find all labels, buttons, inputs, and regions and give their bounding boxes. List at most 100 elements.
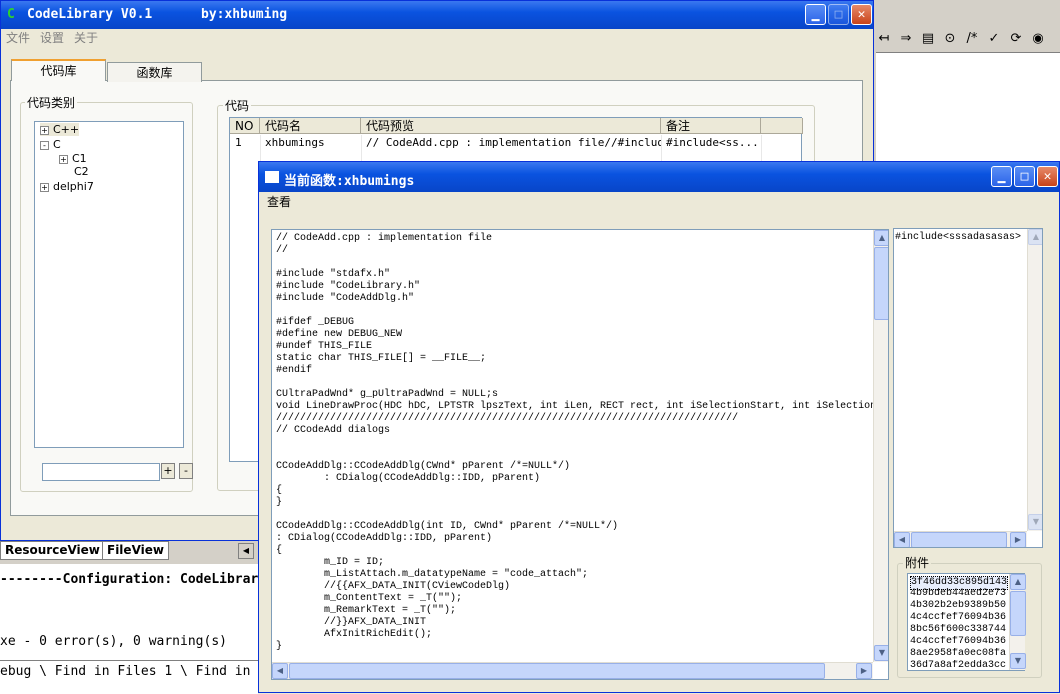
code-line: #include "stdafx.h" bbox=[276, 269, 391, 280]
ide-output-pane: --------Configuration: CodeLibrary xe - … bbox=[0, 564, 267, 664]
scroll-up-icon[interactable]: ▲ bbox=[1010, 574, 1026, 590]
expand-icon[interactable]: + bbox=[40, 182, 49, 192]
close-button[interactable]: ✕ bbox=[851, 4, 872, 25]
menu-view[interactable]: 查看 bbox=[259, 192, 296, 212]
attachments-scrollbar[interactable]: ▲ ▼ bbox=[1009, 574, 1026, 670]
app-icon: C bbox=[7, 7, 15, 22]
tab-resourceview[interactable]: ResourceView bbox=[0, 541, 105, 560]
code-line: } bbox=[276, 641, 283, 652]
code-line: m_ContentText = _T(""); bbox=[276, 593, 463, 604]
paste-icon[interactable]: ▤ bbox=[920, 31, 936, 46]
code-group-label: 代码 bbox=[223, 97, 252, 114]
cell-remark: #include<ss... bbox=[666, 136, 759, 149]
codelibrary-titlebar[interactable]: C CodeLibrary V0.1 by:xhbuming ▁ □ ✕ bbox=[1, 1, 873, 29]
refresh-icon[interactable]: ⟳ bbox=[1008, 31, 1024, 46]
column-header-preview[interactable]: 代码预览 bbox=[361, 118, 661, 134]
column-header-name[interactable]: 代码名 bbox=[260, 118, 361, 134]
category-tree[interactable]: + C++ -C + C1 C2 + delphi7 bbox=[34, 121, 184, 448]
scroll-up-icon[interactable]: ▲ bbox=[874, 230, 888, 246]
cell-preview: // CodeAdd.cpp : implementation file//#i… bbox=[366, 136, 661, 149]
attachment-item[interactable]: 8ae2958fa0ec08fa bbox=[910, 648, 1006, 660]
attachment-item[interactable]: 4b9bdeb44aed2e73 bbox=[910, 588, 1006, 600]
menu-settings[interactable]: 设置 bbox=[35, 29, 69, 47]
close-icon: ✕ bbox=[1043, 169, 1052, 184]
code-vertical-scrollbar[interactable]: ▲ ▼ bbox=[873, 230, 888, 662]
code-line: // CodeAdd.cpp : implementation file bbox=[276, 233, 493, 244]
scroll-thumb[interactable] bbox=[874, 247, 888, 320]
minimize-icon: ▁ bbox=[811, 7, 820, 22]
code-line: #ifdef _DEBUG bbox=[276, 317, 355, 328]
code-line: // bbox=[276, 245, 289, 256]
expand-icon[interactable]: + bbox=[59, 154, 68, 164]
code-line: #include "CodeLibrary.h" bbox=[276, 281, 421, 292]
minimize-button[interactable]: ▁ bbox=[805, 4, 826, 25]
tree-item-delphi7[interactable]: + delphi7 bbox=[40, 180, 94, 193]
scroll-down-icon[interactable]: ▼ bbox=[1010, 653, 1026, 669]
tree-item-c[interactable]: -C bbox=[40, 138, 61, 151]
code-line: : CDialog(CCodeAddDlg::IDD, pParent) bbox=[276, 473, 541, 484]
code-line: #define new DEBUG_NEW bbox=[276, 329, 403, 340]
code-content-editor[interactable]: // CodeAdd.cpp : implementation file// #i… bbox=[271, 229, 889, 680]
tree-item-c2[interactable]: C2 bbox=[74, 165, 89, 178]
scroll-down-icon[interactable]: ▼ bbox=[874, 645, 888, 661]
scroll-right-icon[interactable]: ▶ bbox=[856, 663, 872, 679]
ide-output-tabs[interactable]: ebug \ Find in Files 1 \ Find in Fi bbox=[0, 660, 274, 694]
add-category-button[interactable]: + bbox=[161, 463, 175, 479]
scroll-left-icon[interactable]: ◀ bbox=[272, 663, 288, 679]
scroll-thumb[interactable] bbox=[289, 663, 825, 679]
spellcheck-icon[interactable]: ✓ bbox=[986, 31, 1002, 46]
paint-icon[interactable]: ◉ bbox=[1030, 31, 1046, 46]
column-header-no[interactable]: NO bbox=[230, 118, 260, 134]
scroll-left-icon[interactable]: ◀ bbox=[894, 532, 910, 547]
menu-file[interactable]: 文件 bbox=[1, 29, 35, 47]
maximize-button[interactable]: □ bbox=[1014, 166, 1035, 187]
minimize-button[interactable]: ▁ bbox=[991, 166, 1012, 187]
category-name-input[interactable] bbox=[42, 463, 160, 481]
scroll-right-icon[interactable]: ▶ bbox=[1010, 532, 1026, 547]
code-line: void LineDrawProc(HDC hDC, LPTSTR lpszTe… bbox=[276, 401, 877, 412]
ide-toolbar: ↤ ⇒ ▤ ⊙ /* ✓ ⟳ ◉ bbox=[870, 26, 1060, 50]
function-viewer-titlebar[interactable]: 当前函数:xhbumings ▁ □ ✕ bbox=[259, 162, 1059, 192]
tab-function-library[interactable]: 函数库 bbox=[107, 62, 202, 82]
tree-item-label: C2 bbox=[74, 165, 89, 178]
attachment-item[interactable]: 4c4ccfef76094b36 bbox=[910, 612, 1006, 624]
scroll-down-icon[interactable]: ▼ bbox=[1028, 514, 1042, 530]
close-button[interactable]: ✕ bbox=[1037, 166, 1058, 187]
code-line: static char THIS_FILE[] = __FILE__; bbox=[276, 353, 487, 364]
tab-fileview[interactable]: FileView bbox=[102, 541, 169, 560]
expand-icon[interactable]: + bbox=[40, 125, 49, 135]
code-line: #undef THIS_FILE bbox=[276, 341, 373, 352]
attachment-item[interactable]: 4b302b2eb9389b50 bbox=[910, 600, 1006, 612]
scroll-thumb[interactable] bbox=[911, 532, 1007, 547]
comment-icon[interactable]: /* bbox=[964, 31, 980, 46]
code-line: } bbox=[276, 497, 283, 508]
attachment-item[interactable]: 4c4ccfef76094b36 bbox=[910, 636, 1006, 648]
code-horizontal-scrollbar[interactable]: ◀ ▶ bbox=[272, 662, 873, 679]
tree-item-c1[interactable]: + C1 bbox=[59, 152, 87, 165]
code-line: // CCodeAdd dialogs bbox=[276, 425, 391, 436]
tab-code-library[interactable]: 代码库 bbox=[11, 59, 106, 81]
code-line: CCodeAddDlg::CCodeAddDlg(int ID, CWnd* p… bbox=[276, 521, 619, 532]
back-arrow-icon[interactable]: ↤ bbox=[876, 31, 892, 46]
column-header-remark[interactable]: 备注 bbox=[661, 118, 761, 134]
attachments-list[interactable]: 3f46dd33c895d143 4b9bdeb44aed2e73 4b302b2e… bbox=[907, 573, 1026, 672]
tab-scroll-left-icon[interactable]: ◀ bbox=[238, 543, 254, 559]
code-line: m_RemarkText = _T(""); bbox=[276, 605, 457, 616]
attachment-item[interactable]: 36d7a8af2edda3cc bbox=[910, 660, 1006, 672]
forward-arrow-icon[interactable]: ⇒ bbox=[898, 31, 914, 46]
remark-vertical-scrollbar[interactable]: ▲ ▼ bbox=[1027, 229, 1042, 531]
remark-editor[interactable]: #include<sssadasasas> ▲ ▼ ◀ ▶ bbox=[893, 228, 1043, 548]
attachment-item[interactable]: 8bc56f600c338744 bbox=[910, 624, 1006, 636]
output-line: --------Configuration: CodeLibrary bbox=[0, 572, 267, 587]
collapse-icon[interactable]: - bbox=[40, 140, 49, 150]
replace-icon[interactable]: ⊙ bbox=[942, 31, 958, 46]
menu-about[interactable]: 关于 bbox=[69, 29, 103, 47]
remark-horizontal-scrollbar[interactable]: ◀ ▶ bbox=[894, 531, 1027, 547]
scroll-up-icon[interactable]: ▲ bbox=[1028, 229, 1042, 245]
remove-category-button[interactable]: - bbox=[179, 463, 193, 479]
tree-item-cpp[interactable]: + C++ bbox=[40, 123, 80, 136]
maximize-icon: □ bbox=[1020, 169, 1029, 184]
cell-name: xhbumings bbox=[265, 136, 325, 149]
ide-editor-area bbox=[876, 52, 1060, 173]
scroll-thumb[interactable] bbox=[1010, 591, 1026, 636]
